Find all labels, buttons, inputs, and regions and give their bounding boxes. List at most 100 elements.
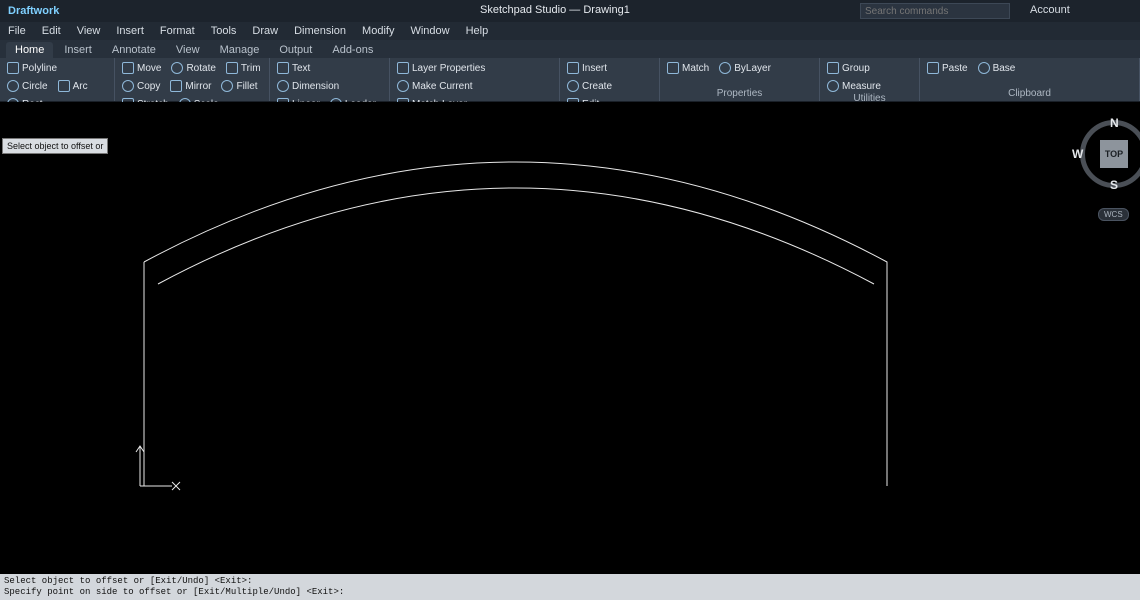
- panel-draw: PolylineCircleArcRectDraw: [0, 58, 115, 122]
- tool-icon: [122, 62, 134, 74]
- menu-item-tools[interactable]: Tools: [211, 25, 237, 37]
- menu-item-draw[interactable]: Draw: [252, 25, 278, 37]
- tool-label: Insert: [582, 62, 608, 74]
- menu-item-insert[interactable]: Insert: [116, 25, 144, 37]
- tool-label: Fillet: [236, 80, 258, 92]
- compass-south-label[interactable]: S: [1110, 178, 1118, 192]
- tool-label: Rotate: [186, 62, 216, 74]
- tool-icon: [171, 62, 184, 74]
- menu-item-dimension[interactable]: Dimension: [294, 25, 346, 37]
- tool-icon: [567, 80, 579, 92]
- tool-label: Arc: [72, 80, 88, 92]
- tool-icon: [170, 80, 183, 92]
- panel-label[interactable]: Properties: [664, 88, 815, 99]
- tool-fillet[interactable]: Fillet: [218, 79, 260, 93]
- command-line[interactable]: Select object to offset or [Exit/Undo] <…: [0, 574, 1140, 600]
- tab-add-ons[interactable]: Add-ons: [323, 42, 382, 58]
- tab-manage[interactable]: Manage: [211, 42, 269, 58]
- tool-measure[interactable]: Measure: [824, 79, 884, 93]
- tool-trim[interactable]: Trim: [223, 61, 264, 75]
- tool-label: Polyline: [22, 62, 58, 74]
- tool-label: Text: [292, 62, 311, 74]
- tool-match[interactable]: Match: [664, 61, 712, 75]
- tool-icon: [667, 62, 679, 74]
- document-title: Sketchpad Studio — Drawing1: [480, 4, 630, 16]
- tool-icon: [277, 80, 289, 92]
- command-search-input[interactable]: [860, 3, 1010, 19]
- menu-item-view[interactable]: View: [77, 25, 101, 37]
- menu-item-help[interactable]: Help: [466, 25, 489, 37]
- tool-create[interactable]: Create: [564, 79, 615, 93]
- compass-west-label[interactable]: W: [1072, 147, 1083, 161]
- panel-annotation: TextDimensionLinearLeaderTableAnnotation: [270, 58, 390, 140]
- tab-output[interactable]: Output: [270, 42, 321, 58]
- menu-bar: File Edit View Insert Format Tools Draw Dimensi…: [0, 22, 1140, 40]
- tool-label: Create: [582, 80, 613, 92]
- panel-modify: MoveRotateTrimCopyMirrorFilletStretchSca…: [115, 58, 270, 140]
- tool-icon: [719, 62, 732, 74]
- outer-arc-entity[interactable]: [143, 161, 888, 486]
- command-history-line: Select object to offset or [Exit/Undo] <…: [4, 576, 253, 586]
- tool-text[interactable]: Text: [274, 61, 313, 75]
- panel-label[interactable]: Clipboard: [924, 88, 1135, 99]
- tool-icon: [397, 80, 409, 92]
- tab-view[interactable]: View: [167, 42, 209, 58]
- tool-label: Layer Properties: [412, 62, 486, 74]
- drawing-svg[interactable]: [0, 102, 1140, 574]
- tool-copy[interactable]: Copy: [119, 79, 163, 93]
- tool-paste[interactable]: Paste: [924, 61, 971, 75]
- tool-label: Measure: [842, 80, 881, 92]
- tool-label: ByLayer: [734, 62, 771, 74]
- tool-icon: [927, 62, 939, 74]
- tool-move[interactable]: Move: [119, 61, 164, 75]
- tool-label: Move: [137, 62, 162, 74]
- tab-home[interactable]: Home: [6, 42, 54, 58]
- tool-group[interactable]: Group: [824, 61, 873, 75]
- view-face-top[interactable]: TOP: [1100, 140, 1128, 168]
- tool-mirror[interactable]: Mirror: [167, 79, 214, 93]
- inner-arc-entity[interactable]: [157, 187, 875, 285]
- tool-dimension[interactable]: Dimension: [274, 79, 342, 93]
- tab-annotate[interactable]: Annotate: [103, 42, 165, 58]
- tool-label: Dimension: [292, 80, 340, 92]
- ribbon-tabs: Home Insert Annotate View Manage Output Add-on…: [0, 40, 1140, 58]
- panel-layers: Layer PropertiesMake CurrentMatch LayerL…: [390, 58, 560, 122]
- drawing-canvas[interactable]: Select object to offset or TOP N S W WCS: [0, 102, 1140, 574]
- menu-item-format[interactable]: Format: [160, 25, 195, 37]
- tool-label: Group: [842, 62, 870, 74]
- tool-layer-properties[interactable]: Layer Properties: [394, 61, 488, 75]
- tool-label: Paste: [942, 62, 968, 74]
- tool-label: Circle: [22, 80, 48, 92]
- coordinate-system-badge[interactable]: WCS: [1098, 208, 1129, 221]
- tool-insert[interactable]: Insert: [564, 61, 610, 75]
- tool-label: Trim: [240, 62, 261, 74]
- account-button[interactable]: Account: [1030, 4, 1070, 16]
- panel-block: InsertCreateEditBlock: [560, 58, 660, 122]
- command-history-line: Specify point on side to offset or [Exit…: [4, 587, 345, 597]
- menu-item-window[interactable]: Window: [410, 25, 449, 37]
- tab-insert[interactable]: Insert: [55, 42, 101, 58]
- compass-north-label[interactable]: N: [1110, 116, 1119, 130]
- panel-utilities: Group Measure Utilities: [820, 58, 920, 104]
- tool-icon: [122, 80, 134, 92]
- menu-item-modify[interactable]: Modify: [362, 25, 394, 37]
- tool-bylayer[interactable]: ByLayer: [716, 61, 774, 75]
- panel-clipboard: Paste Base Clipboard: [920, 58, 1140, 101]
- tool-make-current[interactable]: Make Current: [394, 79, 476, 93]
- tool-label: Base: [992, 62, 1016, 74]
- ribbon: PolylineCircleArcRectDrawMoveRotateTrimC…: [0, 58, 1140, 140]
- tool-icon: [225, 62, 238, 74]
- tool-icon: [827, 80, 839, 92]
- tool-arc[interactable]: Arc: [55, 79, 91, 93]
- menu-item-file[interactable]: File: [8, 25, 26, 37]
- menu-item-edit[interactable]: Edit: [42, 25, 61, 37]
- tool-polyline[interactable]: Polyline: [4, 61, 60, 75]
- tool-icon: [221, 80, 234, 92]
- view-compass[interactable]: TOP N S W: [1072, 116, 1140, 192]
- tool-base[interactable]: Base: [975, 61, 1019, 75]
- title-bar: Draftwork Sketchpad Studio — Drawing1 Ac…: [0, 0, 1140, 22]
- tool-circle[interactable]: Circle: [4, 79, 51, 93]
- tool-label: Match: [682, 62, 710, 74]
- tool-icon: [57, 80, 70, 92]
- tool-rotate[interactable]: Rotate: [168, 61, 218, 75]
